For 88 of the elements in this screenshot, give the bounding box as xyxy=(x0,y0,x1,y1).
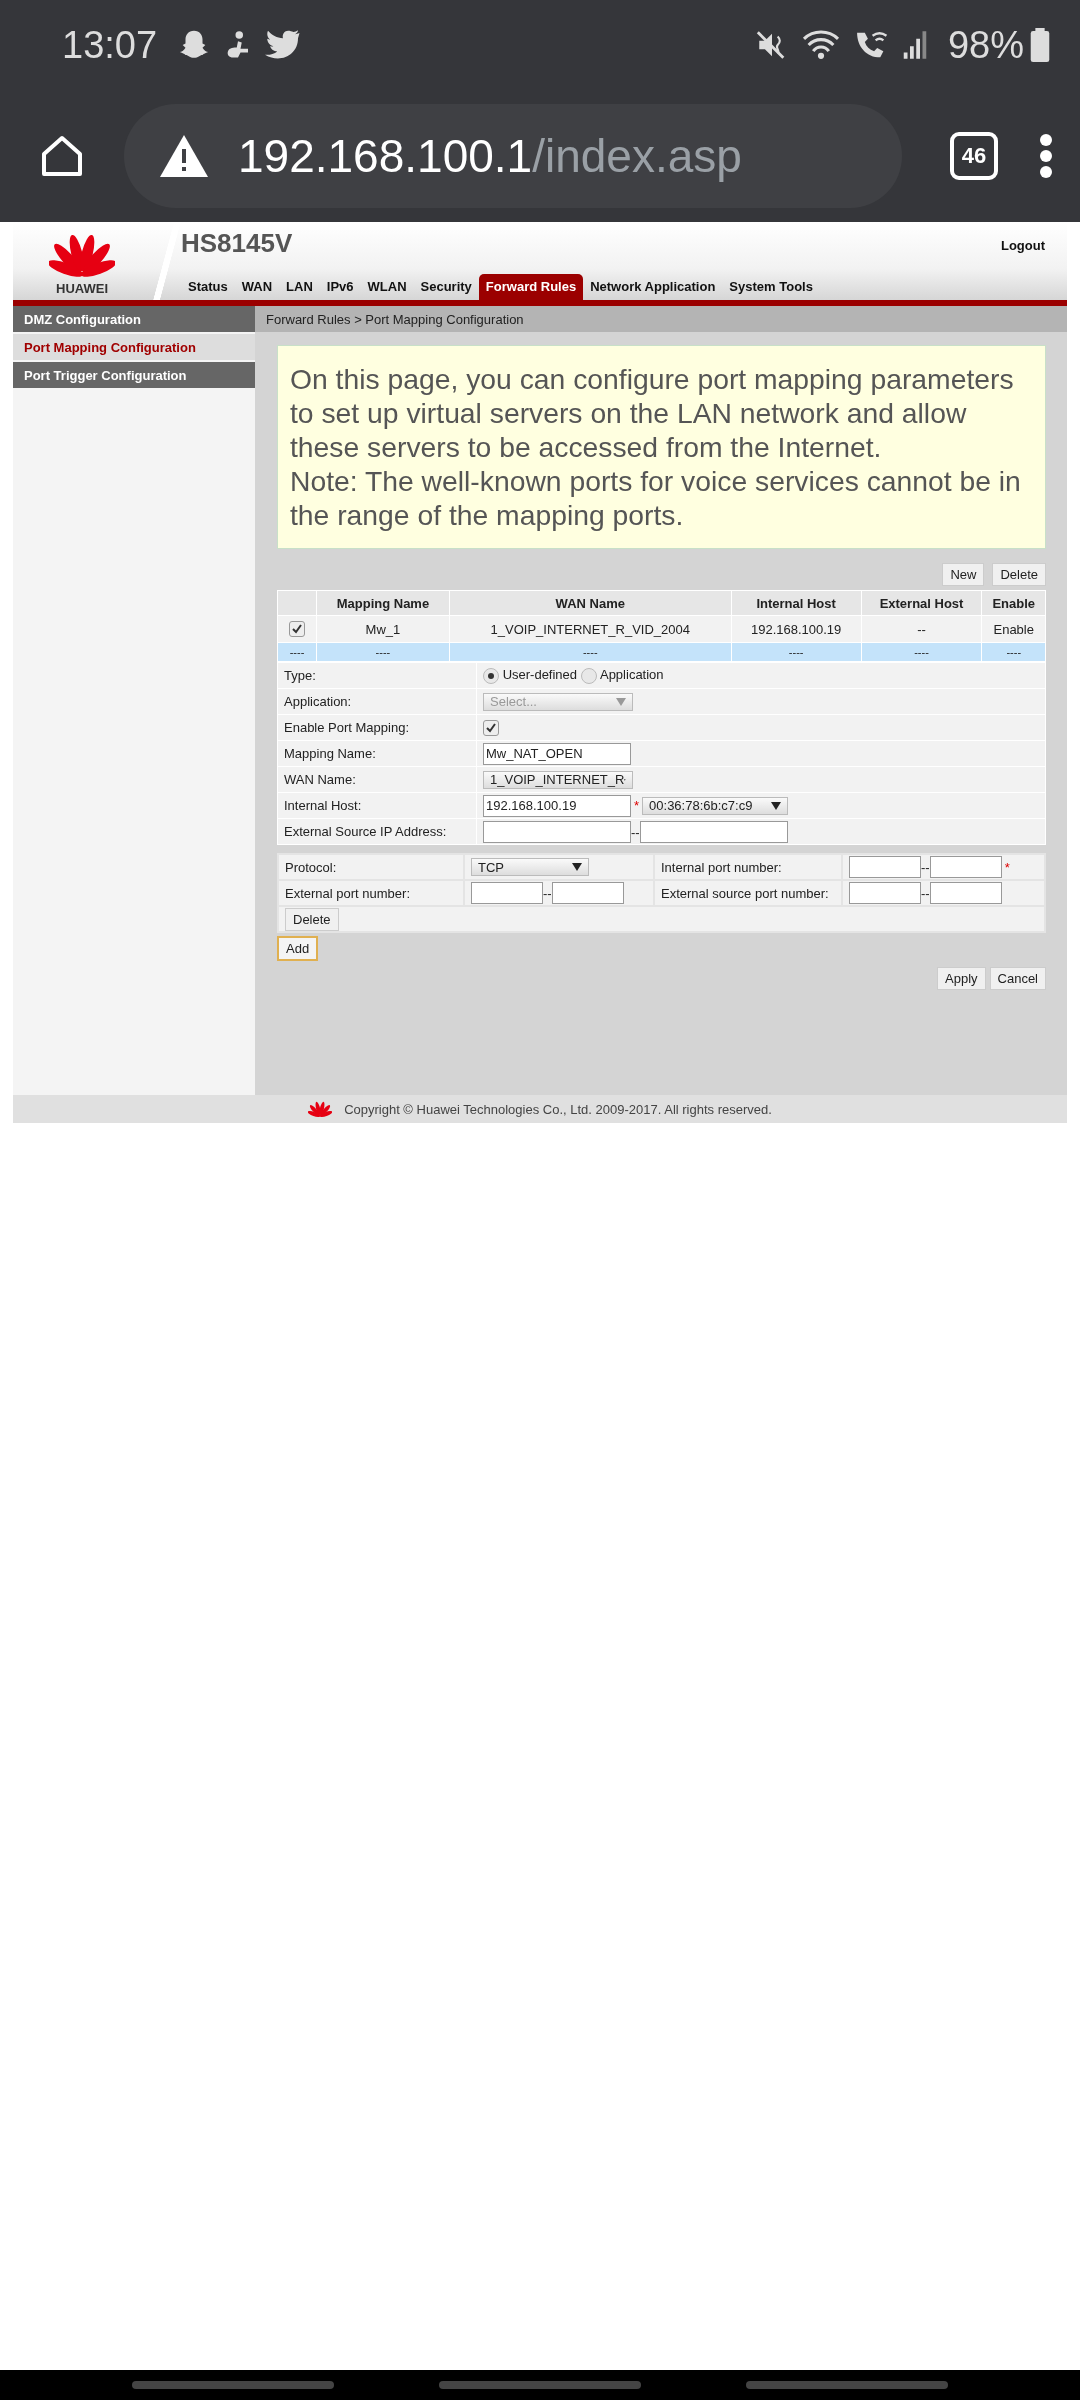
warning-icon xyxy=(160,135,208,177)
field-label: Mapping Name: xyxy=(277,740,477,767)
address-bar[interactable]: 192.168.100.1/index.asp xyxy=(124,104,902,208)
nav-tab[interactable]: IPv6 xyxy=(319,274,361,300)
input-field[interactable] xyxy=(929,882,1002,904)
nav-handle[interactable] xyxy=(439,2381,641,2389)
column-header: External Host xyxy=(861,590,982,616)
sidebar-item[interactable]: Port Mapping Configuration xyxy=(13,334,255,362)
input-field[interactable] xyxy=(551,882,624,904)
input-field[interactable]: 192.168.100.19 xyxy=(483,794,631,817)
nav-tab[interactable]: Network Application xyxy=(583,274,723,300)
battery-level: 98% xyxy=(947,23,1024,67)
radio-label: Application xyxy=(599,667,664,683)
nav-handle[interactable] xyxy=(745,2381,948,2389)
nav-tab[interactable]: System Tools xyxy=(722,274,820,300)
input-field[interactable] xyxy=(849,882,921,904)
wifi-icon xyxy=(801,28,840,62)
bird-icon xyxy=(265,30,302,60)
signal-icon xyxy=(901,30,928,60)
field-label: External port number: xyxy=(278,880,464,906)
select-field[interactable]: 00:36:78:6b:c7:c9 xyxy=(642,796,789,815)
nav-handle[interactable] xyxy=(132,2381,335,2389)
check-icon xyxy=(486,722,496,733)
model-title: HS8145V xyxy=(181,228,293,259)
sidebar-item[interactable]: DMZ Configuration xyxy=(13,306,255,334)
field-label: External Source IP Address: xyxy=(277,818,477,845)
action-button[interactable]: Apply xyxy=(937,967,986,990)
field-label: Application: xyxy=(277,688,477,715)
range-separator: -- xyxy=(921,859,930,875)
radio-button[interactable] xyxy=(483,667,499,684)
table-cell: 192.168.100.19 xyxy=(731,615,862,643)
input-field[interactable]: Mw_NAT_OPEN xyxy=(483,742,631,765)
nav-tab[interactable]: Status xyxy=(181,274,235,300)
table-cell: Mw_1 xyxy=(316,615,450,643)
range-separator: -- xyxy=(543,885,552,901)
select-field[interactable]: 1_VOIP_INTERNET_R xyxy=(483,770,633,789)
column-header: Enable xyxy=(981,590,1046,616)
input-field[interactable] xyxy=(929,856,1002,878)
check-icon xyxy=(292,624,302,635)
table-cell: -- xyxy=(861,615,982,643)
column-header: Internal Host xyxy=(731,590,862,616)
logout-link[interactable]: Logout xyxy=(1000,238,1045,253)
field-label: Internal Host: xyxy=(277,792,477,819)
copyright-text: Copyright © Huawei Technologies Co., Ltd. 2009-2017. All rights reserved. xyxy=(344,1101,772,1117)
add-button[interactable]: Add xyxy=(277,936,319,961)
range-separator: -- xyxy=(921,885,930,901)
column-header: Mapping Name xyxy=(316,590,450,616)
input-field[interactable] xyxy=(849,856,921,878)
input-field[interactable] xyxy=(483,820,631,843)
notice-text: On this page, you can configure port mapping parameters to set up virtual servers on the LAN network and allow these servers to be accessed from the Internet. xyxy=(290,362,1015,464)
required-mark: * xyxy=(634,798,640,813)
nav-tab[interactable]: LAN xyxy=(279,274,320,300)
checkbox[interactable] xyxy=(483,719,499,736)
nav-tab[interactable]: WLAN xyxy=(360,274,414,300)
table-cell: Enable xyxy=(981,615,1046,643)
field-label: Type: xyxy=(277,662,477,689)
table-button[interactable]: Delete xyxy=(992,563,1046,586)
clock: 13:07 xyxy=(62,23,158,67)
required-mark: * xyxy=(1004,859,1010,875)
flower-logo-icon xyxy=(308,1100,333,1118)
battery-icon xyxy=(1030,28,1050,62)
input-field[interactable] xyxy=(639,820,788,843)
field-label: Enable Port Mapping: xyxy=(277,714,477,741)
checkbox[interactable] xyxy=(289,621,305,638)
url-text: 192.168.100.1/index.asp xyxy=(238,129,742,183)
nav-tab[interactable]: Security xyxy=(413,274,479,300)
logo-text: HUAWEI xyxy=(56,281,108,296)
breadcrumb: Forward Rules > Port Mapping Configuration xyxy=(255,306,1067,332)
field-label: Protocol: xyxy=(278,854,464,880)
field-label: WAN Name: xyxy=(277,766,477,793)
table-button[interactable]: New xyxy=(942,563,985,586)
sidebar-item[interactable]: Port Trigger Configuration xyxy=(13,362,255,390)
delete-button[interactable]: Delete xyxy=(285,907,339,931)
radio-label: User-defined xyxy=(502,667,578,683)
notice-text: Note: The well-known ports for voice services cannot be in the range of the mapping ports. xyxy=(290,464,1022,532)
table-cell: 1_VOIP_INTERNET_R_VID_2004 xyxy=(449,615,732,643)
nav-tab[interactable]: Forward Rules xyxy=(478,274,584,300)
action-button[interactable]: Cancel xyxy=(989,967,1046,990)
input-field[interactable] xyxy=(471,882,543,904)
column-header: WAN Name xyxy=(449,590,732,616)
radio-button[interactable] xyxy=(581,667,598,684)
nav-tab[interactable]: WAN xyxy=(234,274,280,300)
menu-icon[interactable] xyxy=(1038,134,1054,178)
field-label: External source port number: xyxy=(654,880,842,906)
tab-count-button[interactable]: 46 xyxy=(950,132,998,180)
range-separator: -- xyxy=(631,824,640,839)
field-label: Internal port number: xyxy=(654,854,842,880)
select-field[interactable]: TCP xyxy=(471,858,589,876)
